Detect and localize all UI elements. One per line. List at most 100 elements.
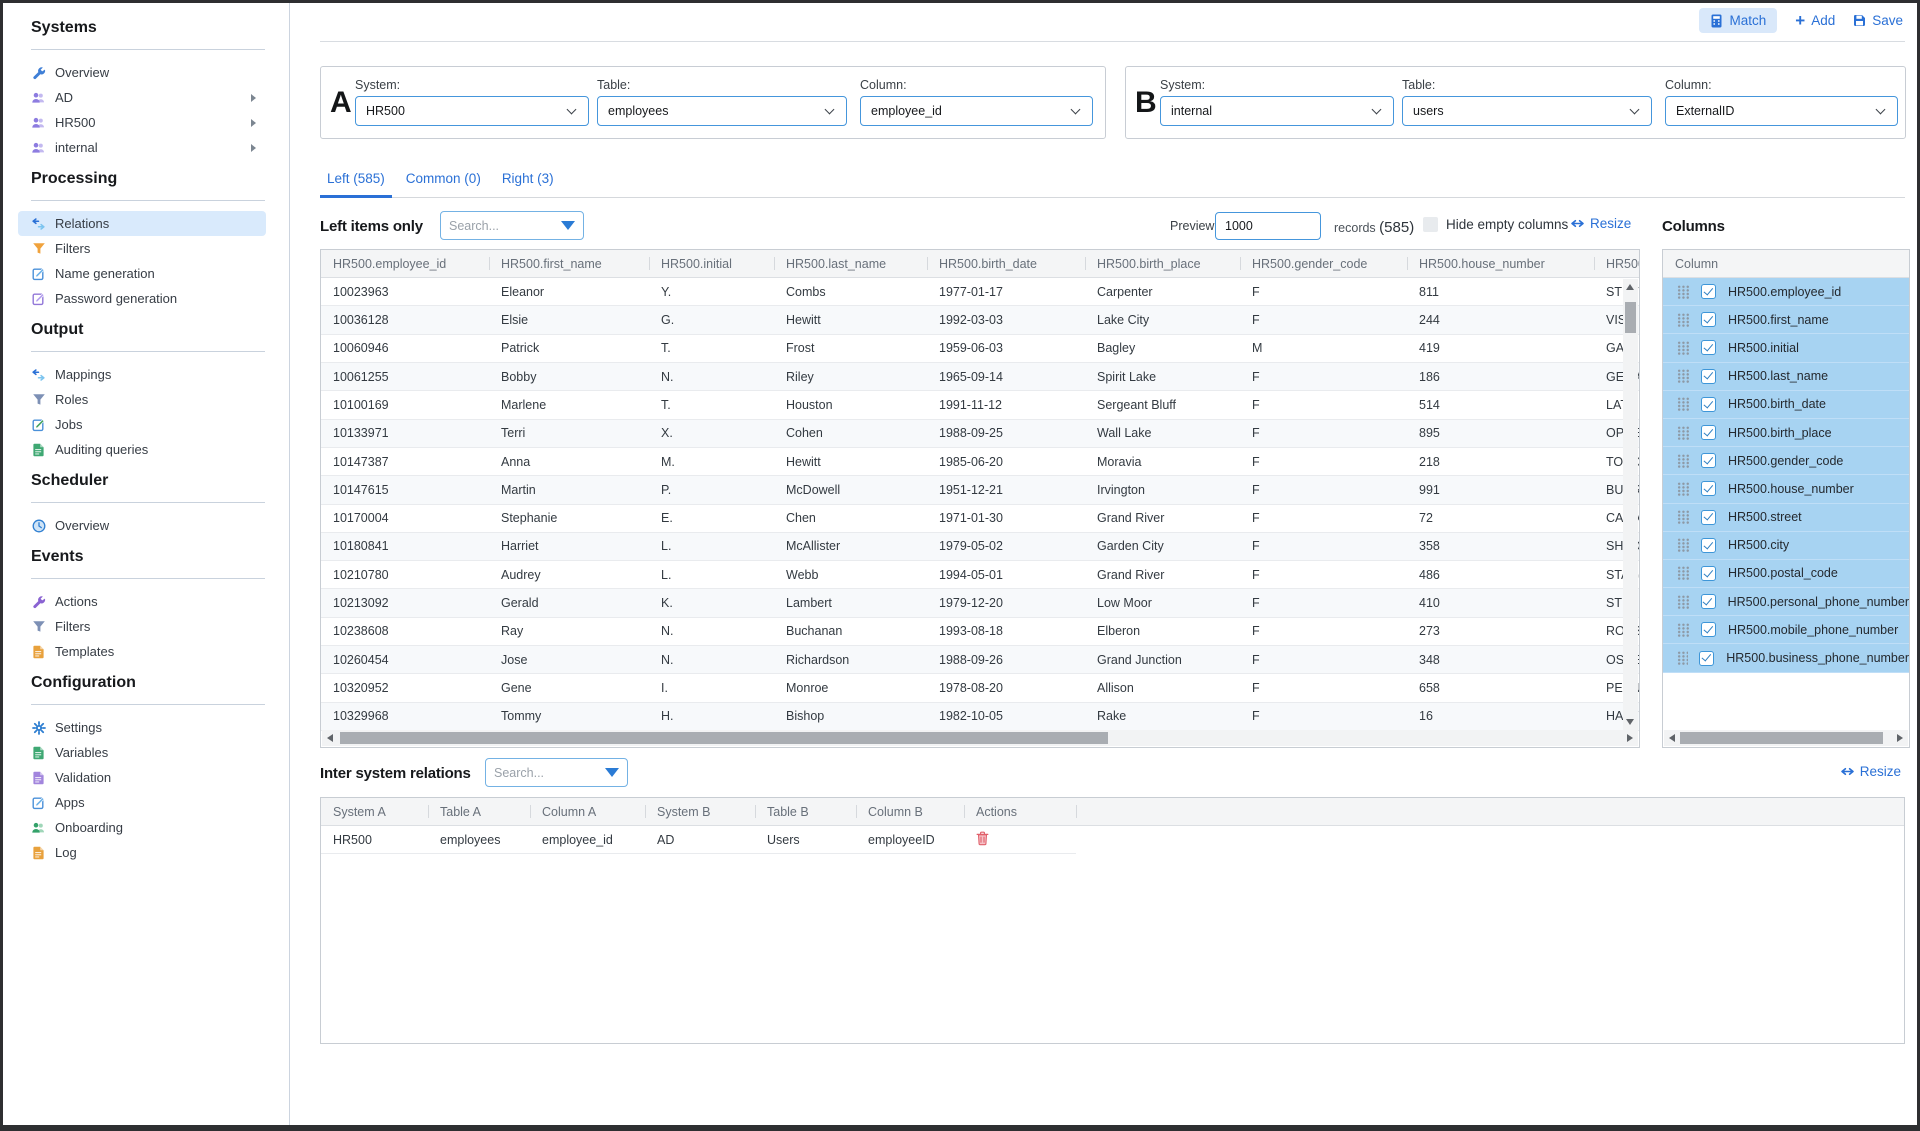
b-system-select[interactable]: internal — [1160, 96, 1394, 126]
sidebar-item-name-generation[interactable]: Name generation — [18, 261, 266, 286]
checkbox-checked[interactable] — [1701, 622, 1716, 637]
checkbox-checked[interactable] — [1701, 312, 1716, 327]
scroll-up-arrow[interactable] — [1626, 284, 1634, 290]
table-row[interactable]: 10329968TommyH.Bishop1982-10-05RakeF16HA… — [321, 703, 1639, 731]
add-button[interactable]: + Add — [1795, 13, 1835, 28]
table-row[interactable]: 10023963EleanorY.Combs1977-01-17Carpente… — [321, 278, 1639, 306]
drag-handle-icon[interactable] — [1677, 623, 1690, 637]
table-row[interactable]: 10213092GeraldK.Lambert1979-12-20Low Moo… — [321, 589, 1639, 617]
drag-handle-icon[interactable] — [1677, 426, 1690, 440]
drag-handle-icon[interactable] — [1677, 651, 1688, 665]
column-list-item[interactable]: HR500.house_number — [1663, 475, 1909, 503]
drag-handle-icon[interactable] — [1677, 454, 1690, 468]
sidebar-item-hr500[interactable]: HR500 — [18, 110, 266, 135]
sidebar-item-templates[interactable]: Templates — [18, 639, 266, 664]
checkbox-checked[interactable] — [1701, 425, 1716, 440]
drag-handle-icon[interactable] — [1677, 538, 1690, 552]
checkbox-checked[interactable] — [1701, 453, 1716, 468]
horizontal-scrollbar[interactable] — [322, 730, 1638, 746]
checkbox-checked[interactable] — [1701, 510, 1716, 525]
sidebar-item-log[interactable]: Log — [18, 840, 266, 865]
horizontal-scrollbar[interactable] — [1664, 730, 1908, 746]
scroll-left-arrow[interactable] — [1669, 734, 1675, 742]
scroll-right-arrow[interactable] — [1897, 734, 1903, 742]
sidebar-item-actions[interactable]: Actions — [18, 589, 266, 614]
a-table-select[interactable]: employees — [597, 96, 847, 126]
resize-link[interactable]: Resize — [1570, 216, 1631, 231]
vertical-scrollbar[interactable] — [1623, 279, 1638, 730]
table-row[interactable]: 10238608RayN.Buchanan1993-08-18ElberonF2… — [321, 618, 1639, 646]
sidebar-item-roles[interactable]: Roles — [18, 387, 266, 412]
column-list-item[interactable]: HR500.postal_code — [1663, 560, 1909, 588]
checkbox-checked[interactable] — [1701, 594, 1716, 609]
table-row[interactable]: 10100169MarleneT.Houston1991-11-12Sergea… — [321, 391, 1639, 419]
scroll-down-arrow[interactable] — [1626, 719, 1634, 725]
resize-link[interactable]: Resize — [1840, 764, 1901, 779]
checkbox-checked[interactable] — [1699, 651, 1714, 666]
column-list-item[interactable]: HR500.initial — [1663, 334, 1909, 362]
checkbox-checked[interactable] — [1701, 397, 1716, 412]
column-list-item[interactable]: HR500.first_name — [1663, 306, 1909, 334]
table-row[interactable]: 10180841HarrietL.McAllister1979-05-02Gar… — [321, 533, 1639, 561]
search-input[interactable] — [494, 766, 599, 780]
checkbox-checked[interactable] — [1701, 481, 1716, 496]
table-row[interactable]: 10061255BobbyN.Riley1965-09-14Spirit Lak… — [321, 363, 1639, 391]
checkbox-checked[interactable] — [1701, 566, 1716, 581]
column-list-item[interactable]: HR500.last_name — [1663, 363, 1909, 391]
checkbox-checked[interactable] — [1701, 340, 1716, 355]
tab-right-3[interactable]: Right (3) — [495, 163, 561, 198]
filter-icon[interactable] — [561, 221, 575, 230]
checkbox-checked[interactable] — [1701, 369, 1716, 384]
column-list-item[interactable]: HR500.city — [1663, 532, 1909, 560]
checkbox-checked[interactable] — [1701, 284, 1716, 299]
relation-row[interactable]: HR500employeesemployee_idADUsersemployee… — [321, 826, 1076, 854]
sidebar-item-internal[interactable]: internal — [18, 135, 266, 160]
tab-common-0[interactable]: Common (0) — [399, 163, 488, 198]
tab-left-585[interactable]: Left (585) — [320, 163, 392, 198]
checkbox-checked[interactable] — [1701, 538, 1716, 553]
drag-handle-icon[interactable] — [1677, 482, 1690, 496]
column-list-item[interactable]: HR500.birth_date — [1663, 391, 1909, 419]
table-row[interactable]: 10147387AnnaM.Hewitt1985-06-20MoraviaF21… — [321, 448, 1639, 476]
sidebar-item-password-generation[interactable]: Password generation — [18, 286, 266, 311]
column-list-item[interactable]: HR500.street — [1663, 504, 1909, 532]
drag-handle-icon[interactable] — [1677, 285, 1690, 299]
column-list-item[interactable]: HR500.employee_id — [1663, 278, 1909, 306]
sidebar-item-mappings[interactable]: Mappings — [18, 362, 266, 387]
hide-empty-columns-checkbox[interactable] — [1423, 217, 1438, 232]
sidebar-item-apps[interactable]: Apps — [18, 790, 266, 815]
sidebar-item-relations[interactable]: Relations — [18, 211, 266, 236]
drag-handle-icon[interactable] — [1677, 313, 1690, 327]
drag-handle-icon[interactable] — [1677, 510, 1690, 524]
drag-handle-icon[interactable] — [1677, 341, 1690, 355]
sidebar-item-settings[interactable]: Settings — [18, 715, 266, 740]
table-row[interactable]: 10210780AudreyL.Webb1994-05-01Grand Rive… — [321, 561, 1639, 589]
table-row[interactable]: 10036128ElsieG.Hewitt1992-03-03Lake City… — [321, 306, 1639, 334]
table-row[interactable]: 10060946PatrickT.Frost1959-06-03BagleyM4… — [321, 335, 1639, 363]
sidebar-item-variables[interactable]: Variables — [18, 740, 266, 765]
filter-icon[interactable] — [605, 768, 619, 777]
sidebar-item-validation[interactable]: Validation — [18, 765, 266, 790]
match-button[interactable]: Match — [1699, 8, 1777, 33]
column-list-item[interactable]: HR500.personal_phone_number — [1663, 588, 1909, 616]
sidebar-item-overview[interactable]: Overview — [18, 60, 266, 85]
scroll-left-arrow[interactable] — [327, 734, 333, 742]
drag-handle-icon[interactable] — [1677, 397, 1690, 411]
table-row[interactable]: 10320952GeneI.Monroe1978-08-20AllisonF65… — [321, 674, 1639, 702]
sidebar-item-filters[interactable]: Filters — [18, 614, 266, 639]
scrollbar-thumb[interactable] — [1625, 302, 1636, 333]
scrollbar-thumb[interactable] — [1680, 732, 1883, 744]
column-list-item[interactable]: HR500.business_phone_number — [1663, 644, 1909, 672]
column-list-item[interactable]: HR500.birth_place — [1663, 419, 1909, 447]
sidebar-item-filters[interactable]: Filters — [18, 236, 266, 261]
search-input[interactable] — [449, 219, 555, 233]
scroll-right-arrow[interactable] — [1627, 734, 1633, 742]
a-column-select[interactable]: employee_id — [860, 96, 1093, 126]
b-column-select[interactable]: ExternalID — [1665, 96, 1898, 126]
table-row[interactable]: 10260454JoseN.Richardson1988-09-26Grand … — [321, 646, 1639, 674]
drag-handle-icon[interactable] — [1677, 369, 1690, 383]
b-table-select[interactable]: users — [1402, 96, 1652, 126]
table-row[interactable]: 10170004StephanieE.Chen1971-01-30Grand R… — [321, 505, 1639, 533]
scrollbar-thumb[interactable] — [340, 732, 1108, 744]
table-row[interactable]: 10133971TerriX.Cohen1988-09-25Wall LakeF… — [321, 420, 1639, 448]
